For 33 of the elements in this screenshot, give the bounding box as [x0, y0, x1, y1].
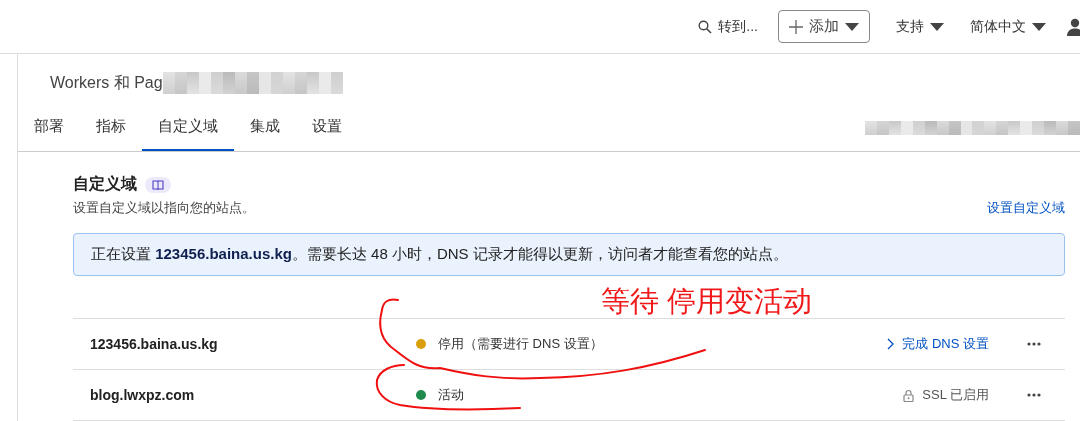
status-text: 停用（需要进行 DNS 设置） [438, 335, 604, 353]
more-icon [1027, 342, 1041, 346]
more-icon [1027, 393, 1041, 397]
tab[interactable]: 自定义域 [142, 104, 234, 151]
info-banner: 正在设置 123456.baina.us.kg。需要长达 48 小时，DNS 记录才能得以更新，访问者才能查看您的站点。 [73, 233, 1065, 276]
docs-button[interactable] [145, 176, 171, 193]
menu-dropdown[interactable]: 简体中文 [970, 17, 1046, 36]
ssl-status: SSL 已启用 [922, 386, 989, 404]
search-icon [698, 19, 713, 34]
section-title: 自定义域 [73, 174, 137, 194]
caret-icon [845, 22, 859, 31]
status-text: 活动 [438, 386, 465, 404]
tab[interactable]: 指标 [80, 104, 142, 151]
plus-icon [789, 19, 803, 34]
lock-icon [903, 388, 915, 402]
section-description: 设置自定义域以指向您的站点。 [73, 199, 255, 217]
add-button[interactable]: 添加 [778, 10, 870, 43]
setup-domain-link[interactable]: 设置自定义域 [987, 199, 1065, 217]
page-title: Workers 和 Pag [50, 72, 163, 93]
user-icon[interactable] [1066, 17, 1080, 36]
caret-icon [1032, 22, 1046, 31]
finish-dns-link[interactable]: 完成 DNS 设置 [887, 335, 989, 353]
chevron-icon [887, 338, 895, 350]
domain-name: 123456.baina.us.kg [89, 336, 219, 352]
menu-dropdown[interactable]: 支持 [896, 17, 944, 36]
search-link[interactable]: 转到... [698, 17, 758, 36]
domain-name: blog.lwxpz.com [89, 387, 196, 403]
caret-icon [930, 22, 944, 31]
annotation-text: 等待 停用变活动 [601, 284, 814, 318]
tab[interactable]: 设置 [296, 104, 358, 151]
book-icon [152, 179, 164, 190]
tab[interactable]: 集成 [234, 104, 296, 151]
tab[interactable]: 部署 [18, 104, 80, 151]
